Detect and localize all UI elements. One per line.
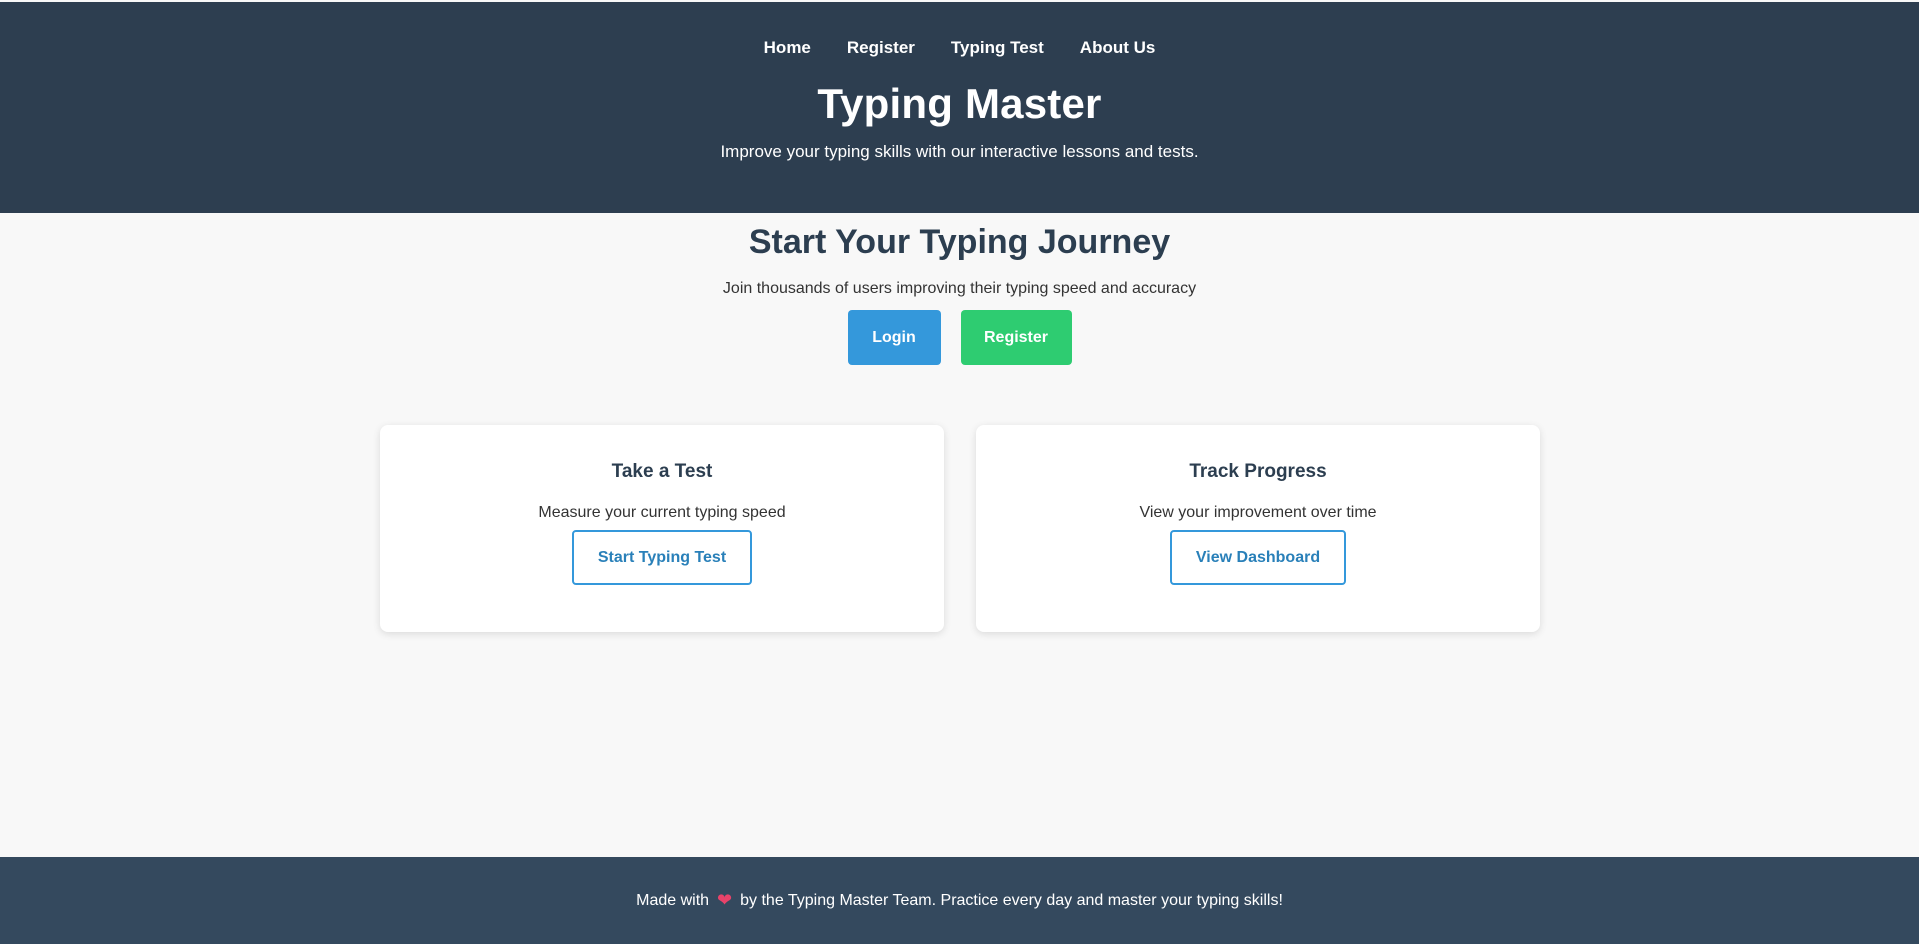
start-typing-test-button[interactable]: Start Typing Test xyxy=(571,530,753,585)
footer-text-before: Made with xyxy=(636,891,710,909)
nav-typing-test-link[interactable]: Typing Test xyxy=(951,38,1044,58)
nav-home-link[interactable]: Home xyxy=(764,38,811,58)
card-text: Measure your current typing speed xyxy=(538,504,786,521)
card-text: View your improvement over time xyxy=(1139,504,1377,521)
site-header: Home Register Typing Test About Us Typin… xyxy=(0,2,1919,213)
heart-icon: ❤ xyxy=(717,890,733,910)
hero-title: Start Your Typing Journey xyxy=(748,223,1171,261)
hero-section: Start Your Typing Journey Join thousands… xyxy=(0,213,1919,365)
main-nav: Home Register Typing Test About Us xyxy=(0,2,1919,58)
hero-actions: Login Register xyxy=(0,310,1919,365)
site-title: Typing Master xyxy=(817,80,1102,127)
nav-register-link[interactable]: Register xyxy=(847,38,915,58)
track-progress-card: Track Progress View your improvement ove… xyxy=(976,425,1540,632)
nav-about-us-link[interactable]: About Us xyxy=(1080,38,1156,58)
card-title: Take a Test xyxy=(611,461,713,482)
login-button[interactable]: Login xyxy=(847,310,941,365)
hero-subtitle: Join thousands of users improving their … xyxy=(722,280,1197,297)
register-button[interactable]: Register xyxy=(960,310,1072,365)
view-dashboard-button[interactable]: View Dashboard xyxy=(1169,530,1347,585)
card-title: Track Progress xyxy=(1189,461,1327,482)
site-footer: Made with ❤ by the Typing Master Team. P… xyxy=(0,857,1919,944)
take-test-card: Take a Test Measure your current typing … xyxy=(380,425,944,632)
site-tagline: Improve your typing skills with our inte… xyxy=(720,142,1199,161)
footer-text-after: by the Typing Master Team. Practice ever… xyxy=(740,891,1283,909)
